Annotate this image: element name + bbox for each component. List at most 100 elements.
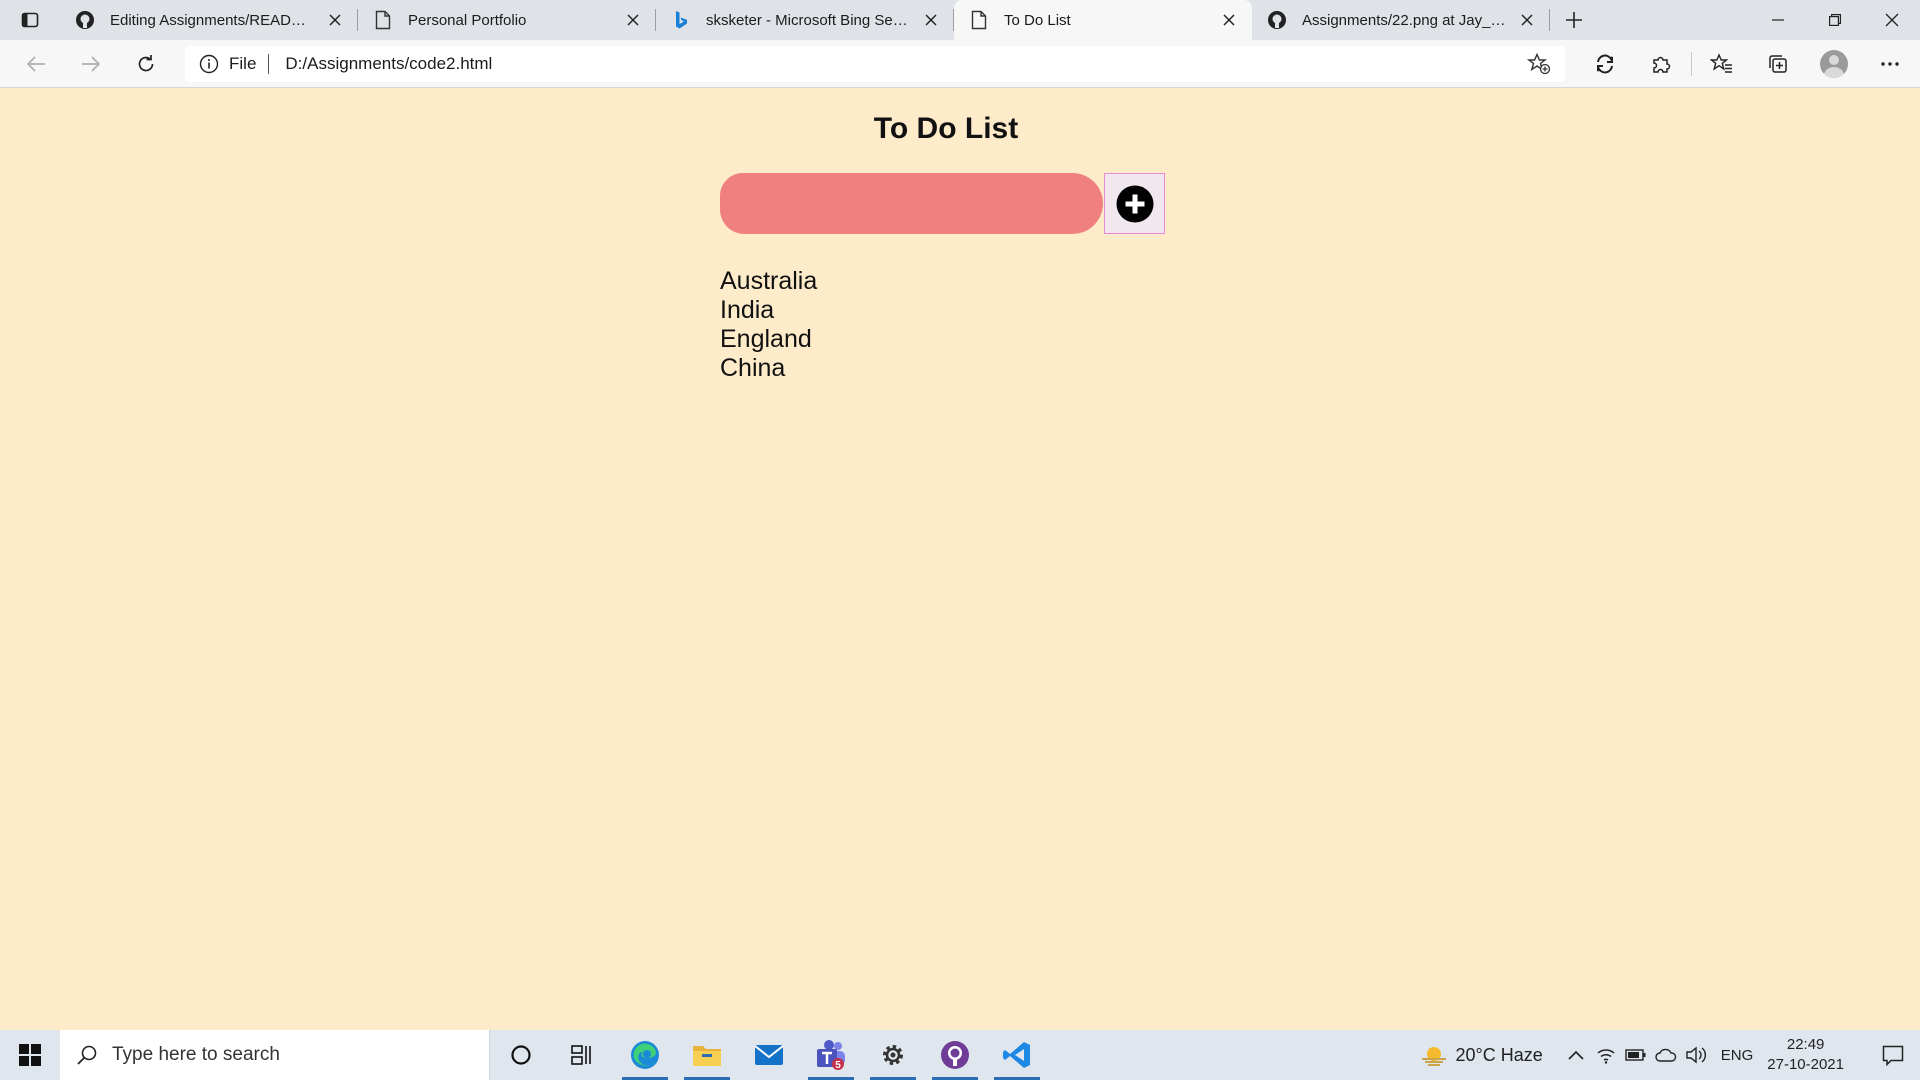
github-icon: [1266, 9, 1288, 31]
sync-icon: [1597, 54, 1613, 73]
collections-button[interactable]: [1750, 40, 1806, 88]
restore-button[interactable]: [1806, 0, 1863, 40]
teams-badge: 5: [835, 1060, 841, 1071]
start-button[interactable]: [0, 1030, 60, 1080]
notifications-button[interactable]: [1866, 1030, 1920, 1080]
window-controls: [1749, 0, 1920, 40]
add-task-button[interactable]: [1104, 173, 1165, 234]
arrow-right-icon: [81, 55, 100, 72]
task-input[interactable]: [720, 173, 1103, 234]
language-indicator[interactable]: ENG: [1721, 1047, 1754, 1064]
edge-icon: [631, 1041, 659, 1069]
taskbar-mail[interactable]: [738, 1030, 800, 1080]
list-item: England: [720, 325, 812, 353]
tab-assignments-png[interactable]: Assignments/22.png at Jay_02 · J: [1252, 0, 1550, 40]
cortana-button[interactable]: [490, 1030, 552, 1080]
tab-actions-button[interactable]: [0, 0, 60, 40]
profile-button[interactable]: [1806, 40, 1862, 88]
page-title: To Do List: [873, 112, 1019, 145]
taskbar-github-desktop[interactable]: [924, 1030, 986, 1080]
windows-icon: [19, 1044, 41, 1066]
weather-haze-icon: [1421, 1047, 1446, 1066]
windows-taskbar: Type here to search 5 20°C Haze ENG 22:4…: [0, 1030, 1920, 1080]
address-bar[interactable]: File D:/Assignments/code2.html: [185, 45, 1565, 82]
refresh-button[interactable]: [118, 40, 173, 88]
github-icon: [74, 9, 96, 31]
forward-button[interactable]: [63, 40, 118, 88]
taskbar-search[interactable]: Type here to search: [60, 1030, 490, 1080]
weather-widget[interactable]: 20°C Haze: [1420, 1044, 1543, 1066]
document-icon: [968, 9, 990, 31]
clock-time: 22:49: [1786, 1036, 1825, 1053]
close-icon[interactable]: [1218, 9, 1240, 31]
close-icon: [1885, 13, 1898, 27]
close-icon[interactable]: [622, 9, 644, 31]
task-view-button[interactable]: [552, 1030, 614, 1080]
avatar: [1820, 49, 1848, 78]
minimize-button[interactable]: [1749, 0, 1806, 40]
onedrive-icon[interactable]: [1651, 1030, 1681, 1080]
taskbar-teams[interactable]: 5: [800, 1030, 862, 1080]
close-window-button[interactable]: [1863, 0, 1920, 40]
tab-title: Editing Assignments/README.m: [110, 11, 316, 29]
folder-icon: [693, 1046, 721, 1066]
settings-menu-button[interactable]: [1862, 40, 1918, 88]
refresh-icon: [138, 54, 153, 71]
favorites-button[interactable]: [1694, 40, 1750, 88]
search-icon: [76, 1044, 98, 1066]
tab-bing-search[interactable]: sksketer - Microsoft Bing Search: [656, 0, 954, 40]
tab-to-do-list[interactable]: To Do List: [954, 0, 1252, 40]
list-item: China: [720, 354, 786, 382]
mail-icon: [754, 1045, 784, 1065]
notification-icon: [1882, 1045, 1904, 1066]
list-item: India: [720, 296, 775, 324]
tab-title: To Do List: [1004, 11, 1071, 29]
add-task-row: [720, 173, 1165, 234]
sync-button[interactable]: [1577, 40, 1633, 88]
add-favorite-icon[interactable]: [1527, 52, 1551, 75]
clock[interactable]: 22:49 27-10-2021: [1767, 1035, 1844, 1075]
plus-circle-icon: [1116, 185, 1153, 222]
back-button[interactable]: [8, 40, 63, 88]
taskbar-settings[interactable]: [862, 1030, 924, 1080]
tab-personal-portfolio[interactable]: Personal Portfolio: [358, 0, 656, 40]
minimize-icon: [1771, 19, 1784, 21]
document-icon: [372, 9, 394, 31]
close-icon[interactable]: [324, 9, 346, 31]
more-icon: [1881, 61, 1899, 66]
network-icon[interactable]: [1591, 1030, 1621, 1080]
plus-icon: [1566, 12, 1582, 28]
address-separator: [268, 53, 270, 74]
tab-editing-readme[interactable]: Editing Assignments/README.m: [60, 0, 358, 40]
taskbar-file-explorer[interactable]: [676, 1030, 738, 1080]
tab-strip: Editing Assignments/README.m Personal Po…: [0, 0, 1920, 40]
show-hidden-icons[interactable]: [1561, 1030, 1591, 1080]
github-desktop-icon: [941, 1041, 969, 1069]
search-placeholder: Type here to search: [112, 1044, 280, 1065]
tab-actions-icon: [21, 12, 39, 28]
system-tray: 20°C Haze ENG 22:49 27-10-2021: [1420, 1030, 1920, 1080]
vscode-icon: [1003, 1042, 1030, 1068]
toolbar-icons: [1577, 40, 1918, 88]
close-icon[interactable]: [920, 9, 942, 31]
url-text[interactable]: D:/Assignments/code2.html: [285, 54, 1527, 74]
task-view-icon: [571, 1045, 591, 1065]
close-icon[interactable]: [1516, 9, 1538, 31]
list-item: Australia: [720, 267, 818, 295]
bing-icon: [670, 9, 692, 31]
collections-icon: [1769, 54, 1787, 73]
weather-text: 20°C Haze: [1455, 1044, 1543, 1065]
chevron-up-icon: [1568, 1050, 1584, 1060]
new-tab-button[interactable]: [1550, 0, 1598, 40]
taskbar-vscode[interactable]: [986, 1030, 1048, 1080]
taskbar-edge[interactable]: [614, 1030, 676, 1080]
info-icon[interactable]: [199, 54, 219, 74]
toolbar-divider: [1691, 51, 1692, 76]
battery-icon[interactable]: [1621, 1030, 1651, 1080]
puzzle-icon: [1653, 56, 1671, 73]
volume-icon[interactable]: [1681, 1030, 1711, 1080]
arrow-left-icon: [26, 55, 45, 72]
tab-title: Personal Portfolio: [408, 11, 527, 29]
teams-icon: 5: [817, 1040, 845, 1071]
extensions-button[interactable]: [1633, 40, 1689, 88]
